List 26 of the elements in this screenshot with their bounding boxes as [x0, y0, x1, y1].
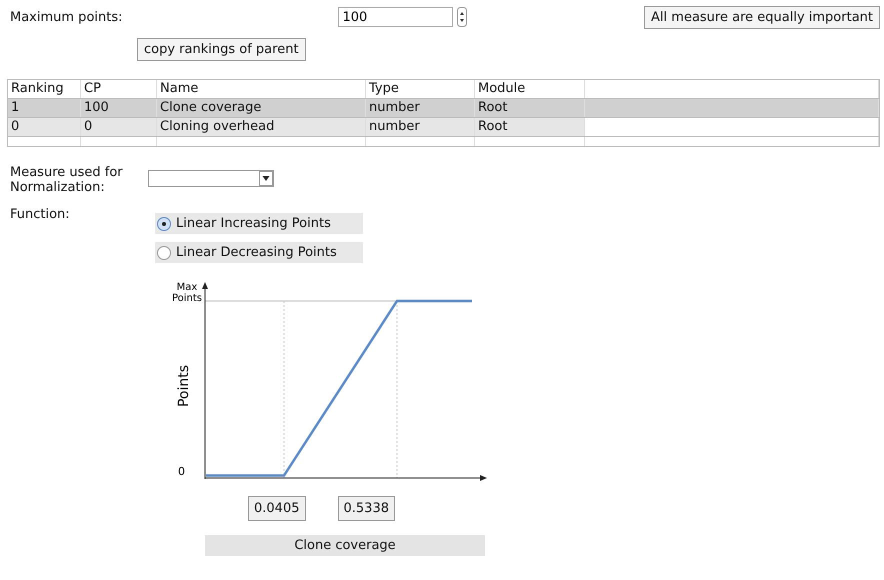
maximum-points-label: Maximum points:	[10, 10, 122, 24]
table-cell: number	[366, 118, 475, 136]
equal-importance-button[interactable]: All measure are equally important	[644, 6, 880, 28]
max-points-label: Max Points	[172, 282, 202, 304]
radio-icon[interactable]	[157, 216, 171, 230]
measure-label: Clone coverage	[205, 535, 485, 556]
table-row[interactable]: 0 0 Cloning overhead number Root	[8, 117, 879, 136]
column-header[interactable]: Type	[366, 80, 475, 98]
table-cell: 0	[81, 118, 157, 136]
table-row[interactable]: 1 100 Clone coverage number Root	[8, 98, 879, 117]
function-radio[interactable]: Linear Increasing Points	[155, 213, 363, 234]
function-radio[interactable]: Linear Decreasing Points	[155, 242, 363, 263]
zero-label: 0	[178, 465, 185, 478]
table-cell: 0	[8, 118, 81, 136]
spinner-icon[interactable]	[456, 7, 466, 27]
threshold-field[interactable]: 0.0405	[248, 496, 306, 521]
normalization-dropdown[interactable]	[148, 170, 274, 187]
function-label: Function:	[10, 207, 71, 224]
table-cell: Cloning overhead	[157, 118, 366, 136]
threshold-field[interactable]: 0.5338	[338, 496, 395, 521]
maximum-points-field[interactable]: 100	[338, 7, 452, 27]
copy-rankings-button[interactable]: copy rankings of parent	[137, 38, 306, 61]
y-axis-title: Points	[176, 364, 192, 408]
normalization-label: Measure used for Normalization:	[10, 165, 124, 195]
radio-icon[interactable]	[157, 246, 171, 260]
table-cell: Root	[475, 118, 585, 136]
